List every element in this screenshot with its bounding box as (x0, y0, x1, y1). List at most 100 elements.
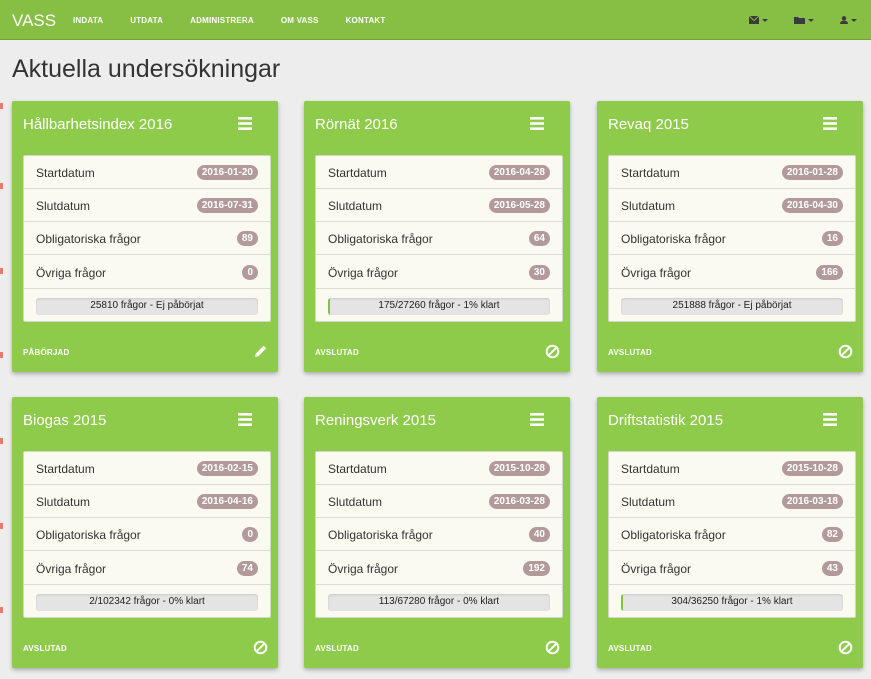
closed-indicator (838, 640, 853, 660)
stat-badge: 30 (528, 265, 550, 280)
card-status: AVSLUTAD (315, 644, 359, 653)
stat-label: Obligatoriska frågor (36, 528, 141, 542)
user-icon (840, 16, 848, 24)
progress-bar: 113/67280 frågor - 0% klart (328, 594, 550, 611)
stat-label: Obligatoriska frågor (621, 232, 726, 246)
stat-row-slutdatum: Slutdatum 2016-03-18 (609, 485, 855, 518)
closed-indicator (838, 344, 853, 364)
progress-text: 2/102342 frågor - 0% klart (89, 596, 205, 607)
stat-badge: 2015-10-28 (781, 461, 843, 476)
stat-badge: 40 (528, 527, 550, 542)
card-menu-button[interactable] (530, 117, 544, 135)
stat-label: Slutdatum (328, 199, 383, 213)
stat-badge: 2016-02-15 (196, 461, 258, 476)
brand-logo[interactable]: VASS (12, 11, 56, 31)
stat-row-slutdatum: Slutdatum 2016-05-28 (316, 189, 562, 222)
progress-text: 175/27260 frågor - 1% klart (378, 300, 500, 311)
stats-panel: Startdatum 2015-10-28 Slutdatum 2016-03-28 O… (315, 451, 563, 618)
card-menu-button[interactable] (238, 117, 252, 135)
stat-row-obligatoriska-fragor: Obligatoriska frågor 89 (24, 222, 270, 255)
folder-dropdown[interactable] (794, 16, 814, 24)
edge-marker (0, 352, 3, 358)
menu-icon (238, 117, 252, 130)
card-menu-button[interactable] (238, 413, 252, 431)
ban-icon (253, 640, 268, 655)
pencil-icon (255, 345, 267, 357)
edge-marker (0, 607, 3, 613)
stat-badge: 192 (523, 561, 550, 576)
stat-badge: 2016-04-28 (488, 165, 550, 180)
card-status: AVSLUTAD (608, 348, 652, 357)
nav-link-utdata[interactable]: UTDATA (130, 16, 163, 25)
chevron-down-icon (808, 18, 814, 22)
stat-badge: 2016-01-20 (196, 165, 258, 180)
card-title[interactable]: Reningsverk 2015 (315, 412, 436, 429)
stat-label: Startdatum (621, 462, 680, 476)
survey-card: Rörnät 2016 Startdatum 2016-04-28 Slutdatum… (304, 101, 570, 372)
stat-badge: 2016-01-28 (781, 165, 843, 180)
edit-button[interactable] (253, 344, 268, 364)
stat-badge: 2015-10-28 (488, 461, 550, 476)
ban-icon (545, 344, 560, 359)
card-status: AVSLUTAD (315, 348, 359, 357)
closed-indicator (253, 640, 268, 660)
menu-icon (823, 117, 837, 130)
stat-row-ovriga-fragor: Övriga frågor 192 (316, 552, 562, 585)
nav-right-menus (723, 0, 857, 40)
card-menu-button[interactable] (823, 117, 837, 135)
stat-badge: 2016-04-30 (781, 198, 843, 213)
stat-row-ovriga-fragor: Övriga frågor 166 (609, 256, 855, 289)
stat-badge: 89 (236, 231, 258, 246)
edge-marker (0, 438, 3, 444)
stat-row-obligatoriska-fragor: Obligatoriska frågor 64 (316, 222, 562, 255)
stat-label: Övriga frågor (36, 266, 107, 280)
stat-row-obligatoriska-fragor: Obligatoriska frågor 16 (609, 222, 855, 255)
stat-badge: 2016-03-28 (488, 494, 550, 509)
messages-dropdown[interactable] (749, 16, 768, 24)
stat-badge: 0 (242, 527, 258, 542)
stat-label: Startdatum (328, 166, 387, 180)
survey-card: Revaq 2015 Startdatum 2016-01-28 Slutdatum 2… (597, 101, 863, 372)
stat-row-startdatum: Startdatum 2016-01-28 (609, 156, 855, 189)
progress-text: 113/67280 frågor - 0% klart (378, 596, 500, 607)
top-navbar: VASS INDATA UTDATA ADMINISTRERA OM VASS … (0, 0, 871, 40)
stat-badge: 166 (816, 265, 843, 280)
stat-badge: 43 (821, 561, 843, 576)
stat-badge: 2016-03-18 (781, 494, 843, 509)
nav-link-kontakt[interactable]: KONTAKT (346, 16, 386, 25)
stat-label: Slutdatum (621, 495, 676, 509)
nav-link-om-vass[interactable]: OM VASS (281, 16, 319, 25)
stat-badge: 16 (821, 231, 843, 246)
closed-indicator (545, 344, 560, 364)
nav-link-indata[interactable]: INDATA (73, 16, 103, 25)
card-menu-button[interactable] (823, 413, 837, 431)
card-title[interactable]: Hållbarhetsindex 2016 (23, 116, 172, 133)
card-status: AVSLUTAD (608, 644, 652, 653)
stat-label: Övriga frågor (621, 562, 692, 576)
card-title[interactable]: Biogas 2015 (23, 412, 106, 429)
stat-badge: 64 (528, 231, 550, 246)
stat-label: Övriga frågor (621, 266, 692, 280)
user-dropdown[interactable] (840, 16, 857, 24)
stat-row-ovriga-fragor: Övriga frågor 43 (609, 552, 855, 585)
nav-link-administrera[interactable]: ADMINISTRERA (190, 16, 254, 25)
survey-card: Reningsverk 2015 Startdatum 2015-10-28 Slut… (304, 397, 570, 668)
progress-bar: 25810 frågor - Ej påbörjat (36, 298, 258, 315)
stat-label: Slutdatum (621, 199, 676, 213)
card-title[interactable]: Revaq 2015 (608, 116, 689, 133)
stat-label: Startdatum (36, 462, 95, 476)
chevron-down-icon (851, 18, 857, 22)
progress-text: 25810 frågor - Ej påbörjat (90, 300, 204, 311)
card-title[interactable]: Driftstatistik 2015 (608, 412, 723, 429)
stat-row-slutdatum: Slutdatum 2016-04-16 (24, 485, 270, 518)
stat-row-startdatum: Startdatum 2016-01-20 (24, 156, 270, 189)
card-status: AVSLUTAD (23, 644, 67, 653)
stat-row-startdatum: Startdatum 2016-02-15 (24, 452, 270, 485)
card-title[interactable]: Rörnät 2016 (315, 116, 398, 133)
stat-badge: 74 (236, 561, 258, 576)
ban-icon (838, 344, 853, 359)
card-menu-button[interactable] (530, 413, 544, 431)
menu-icon (823, 413, 837, 426)
stats-panel: Startdatum 2016-04-28 Slutdatum 2016-05-28 O… (315, 155, 563, 322)
stat-row-startdatum: Startdatum 2015-10-28 (316, 452, 562, 485)
